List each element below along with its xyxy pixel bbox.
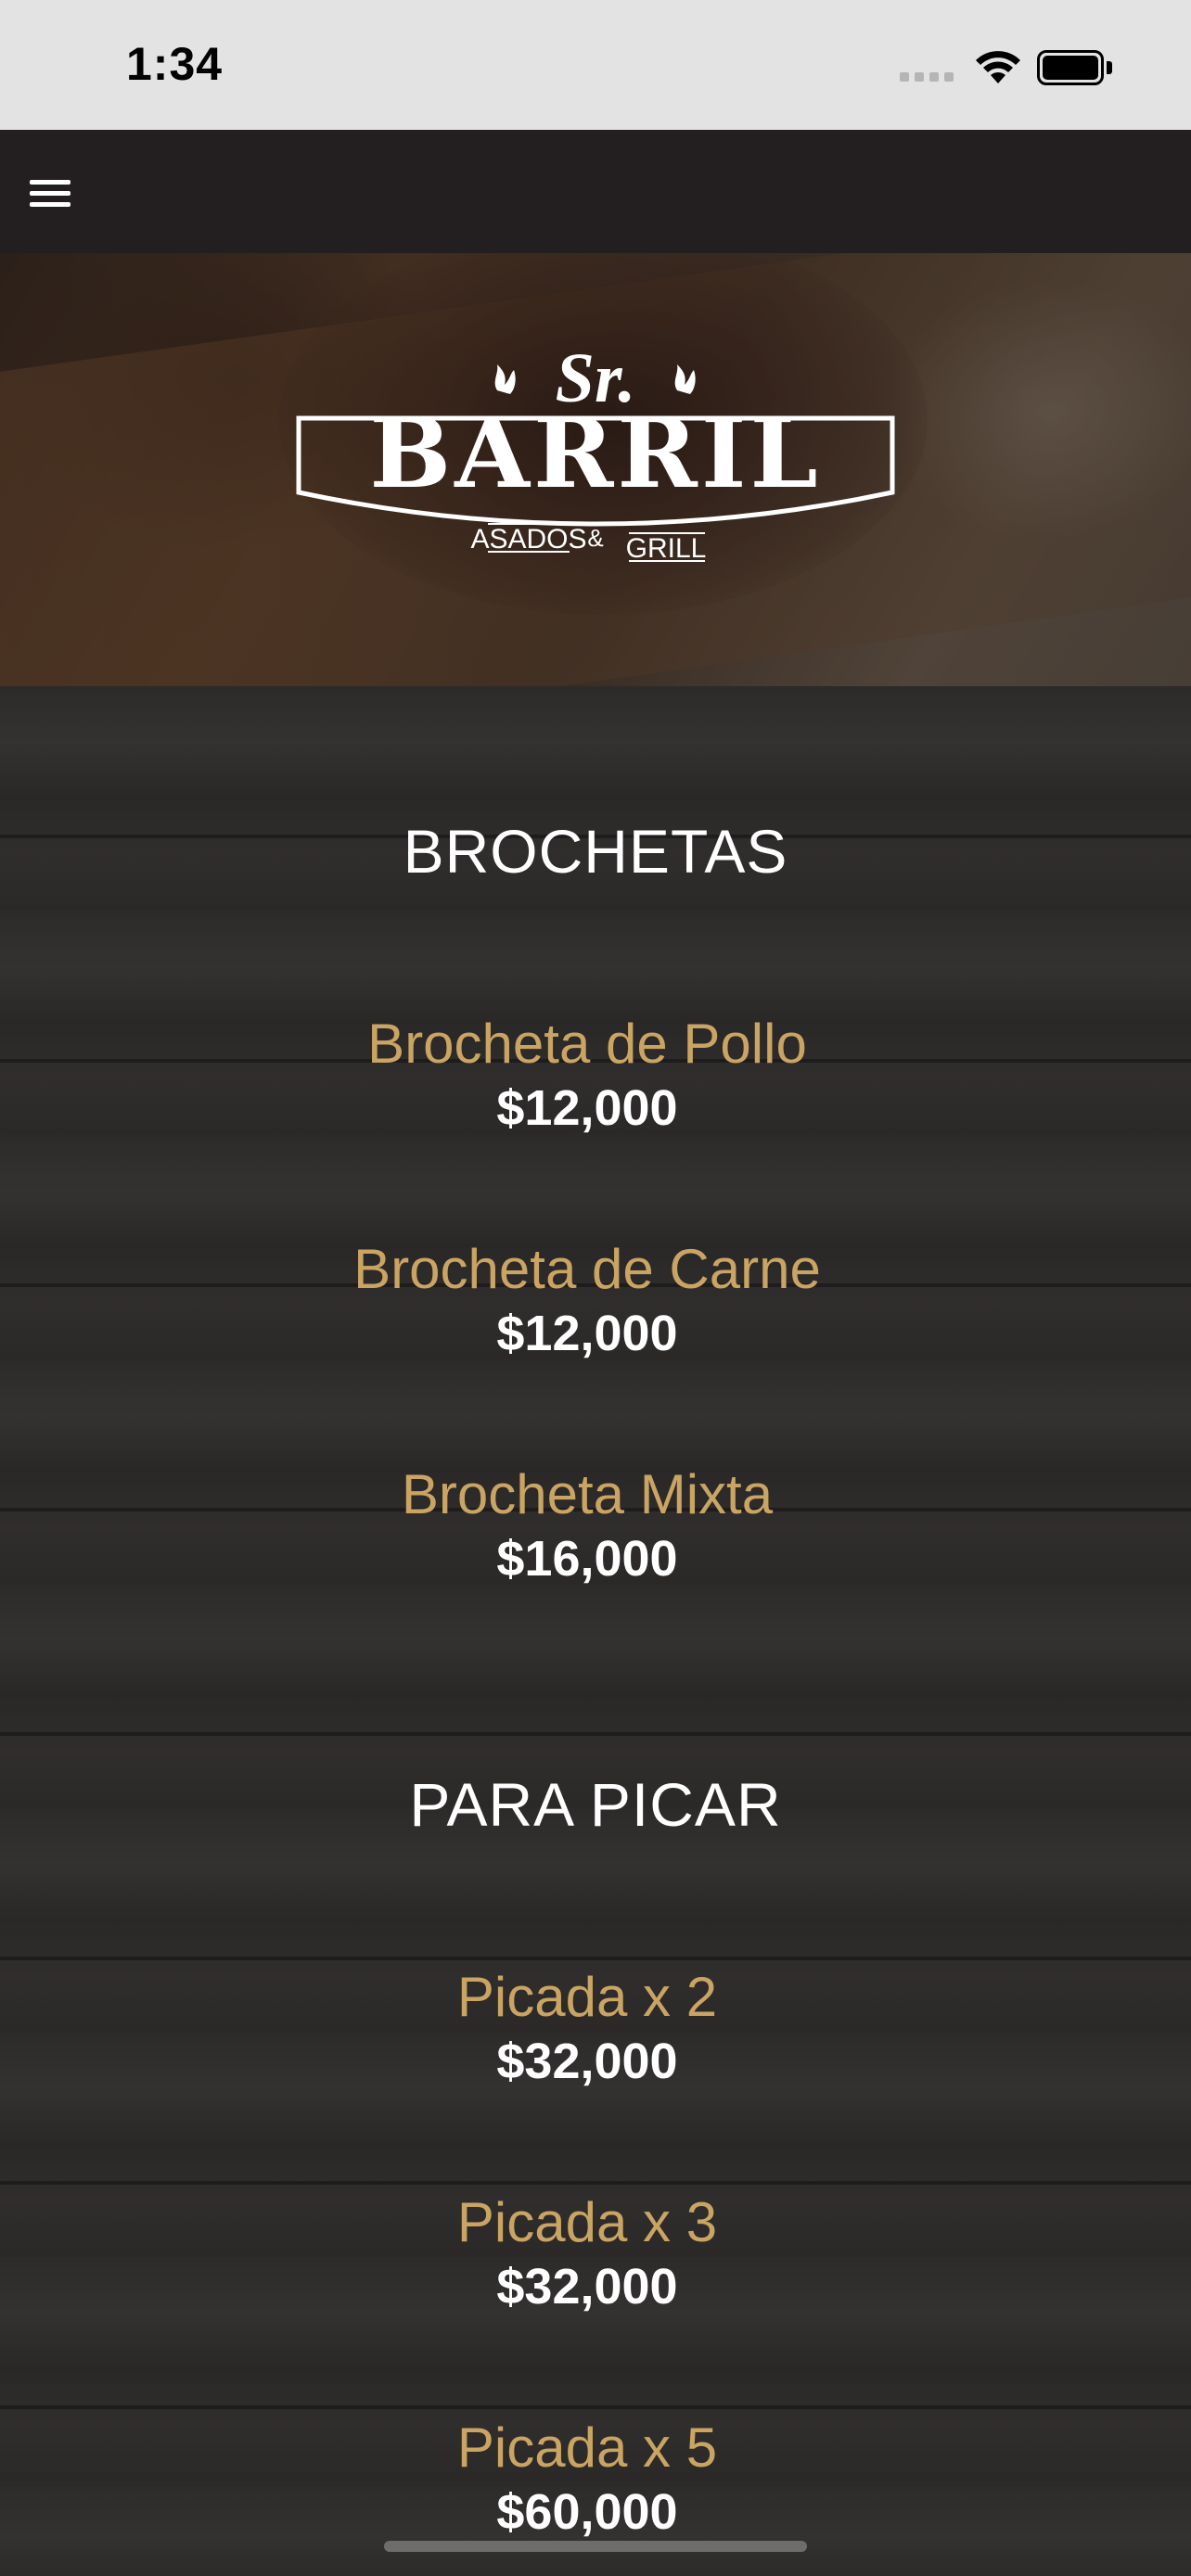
battery-icon	[1037, 50, 1115, 85]
cellular-signal-icon	[900, 54, 957, 82]
item-name: Brocheta de Pollo	[367, 1013, 807, 1075]
item-name: Picada x 3	[456, 2191, 718, 2253]
wifi-icon	[976, 51, 1020, 83]
menu-item[interactable]: Picada x 2 $32,000	[0, 1964, 1174, 2092]
item-price: $32,000	[496, 2259, 678, 2315]
item-name: Brocheta Mixta	[401, 1463, 774, 1525]
item-price: $16,000	[496, 1531, 678, 1587]
menu-item[interactable]: Brocheta de Carne $12,000	[0, 1236, 1174, 1364]
menu-item[interactable]: Brocheta Mixta $16,000	[0, 1461, 1174, 1589]
item-name: Brocheta de Carne	[353, 1238, 821, 1300]
item-name: Picada x 5	[456, 2417, 718, 2479]
home-indicator[interactable]	[384, 2541, 807, 2552]
flame-left-icon	[494, 364, 516, 394]
hero-banner: Sr. BARRIL ASADOS & GRILL	[0, 253, 1191, 686]
menu-item[interactable]: Brocheta de Pollo $12,000	[0, 1011, 1174, 1139]
logo-barril-text: BARRIL	[369, 396, 821, 510]
section-title: BROCHETAS	[403, 817, 788, 886]
navigation-bar	[0, 130, 1191, 253]
item-price: $60,000	[496, 2484, 678, 2540]
section-header-para-picar: PARA PICAR	[0, 1769, 1191, 1840]
section-header-brochetas: BROCHETAS	[0, 816, 1191, 886]
status-time: 1:34	[126, 38, 224, 90]
item-name: Picada x 2	[456, 1966, 718, 2028]
logo-grill-text: GRILL	[626, 533, 707, 564]
logo-asados-text: ASADOS	[470, 524, 586, 555]
menu-list[interactable]: BROCHETAS Brocheta de Pollo $12,000 Broc…	[0, 686, 1191, 2576]
item-price: $12,000	[496, 1080, 678, 1136]
flame-right-icon	[674, 364, 696, 394]
menu-item[interactable]: Picada x 5 $60,000	[0, 2415, 1174, 2543]
menu-item[interactable]: Picada x 3 $32,000	[0, 2189, 1174, 2317]
hamburger-menu-icon[interactable]	[30, 180, 70, 208]
restaurant-logo: Sr. BARRIL ASADOS & GRILL	[296, 339, 895, 564]
section-title: PARA PICAR	[409, 1770, 782, 1839]
status-bar: 1:34	[0, 0, 1191, 130]
item-price: $32,000	[496, 2034, 678, 2089]
logo-amp-text: &	[587, 524, 603, 552]
item-price: $12,000	[496, 1306, 678, 1361]
